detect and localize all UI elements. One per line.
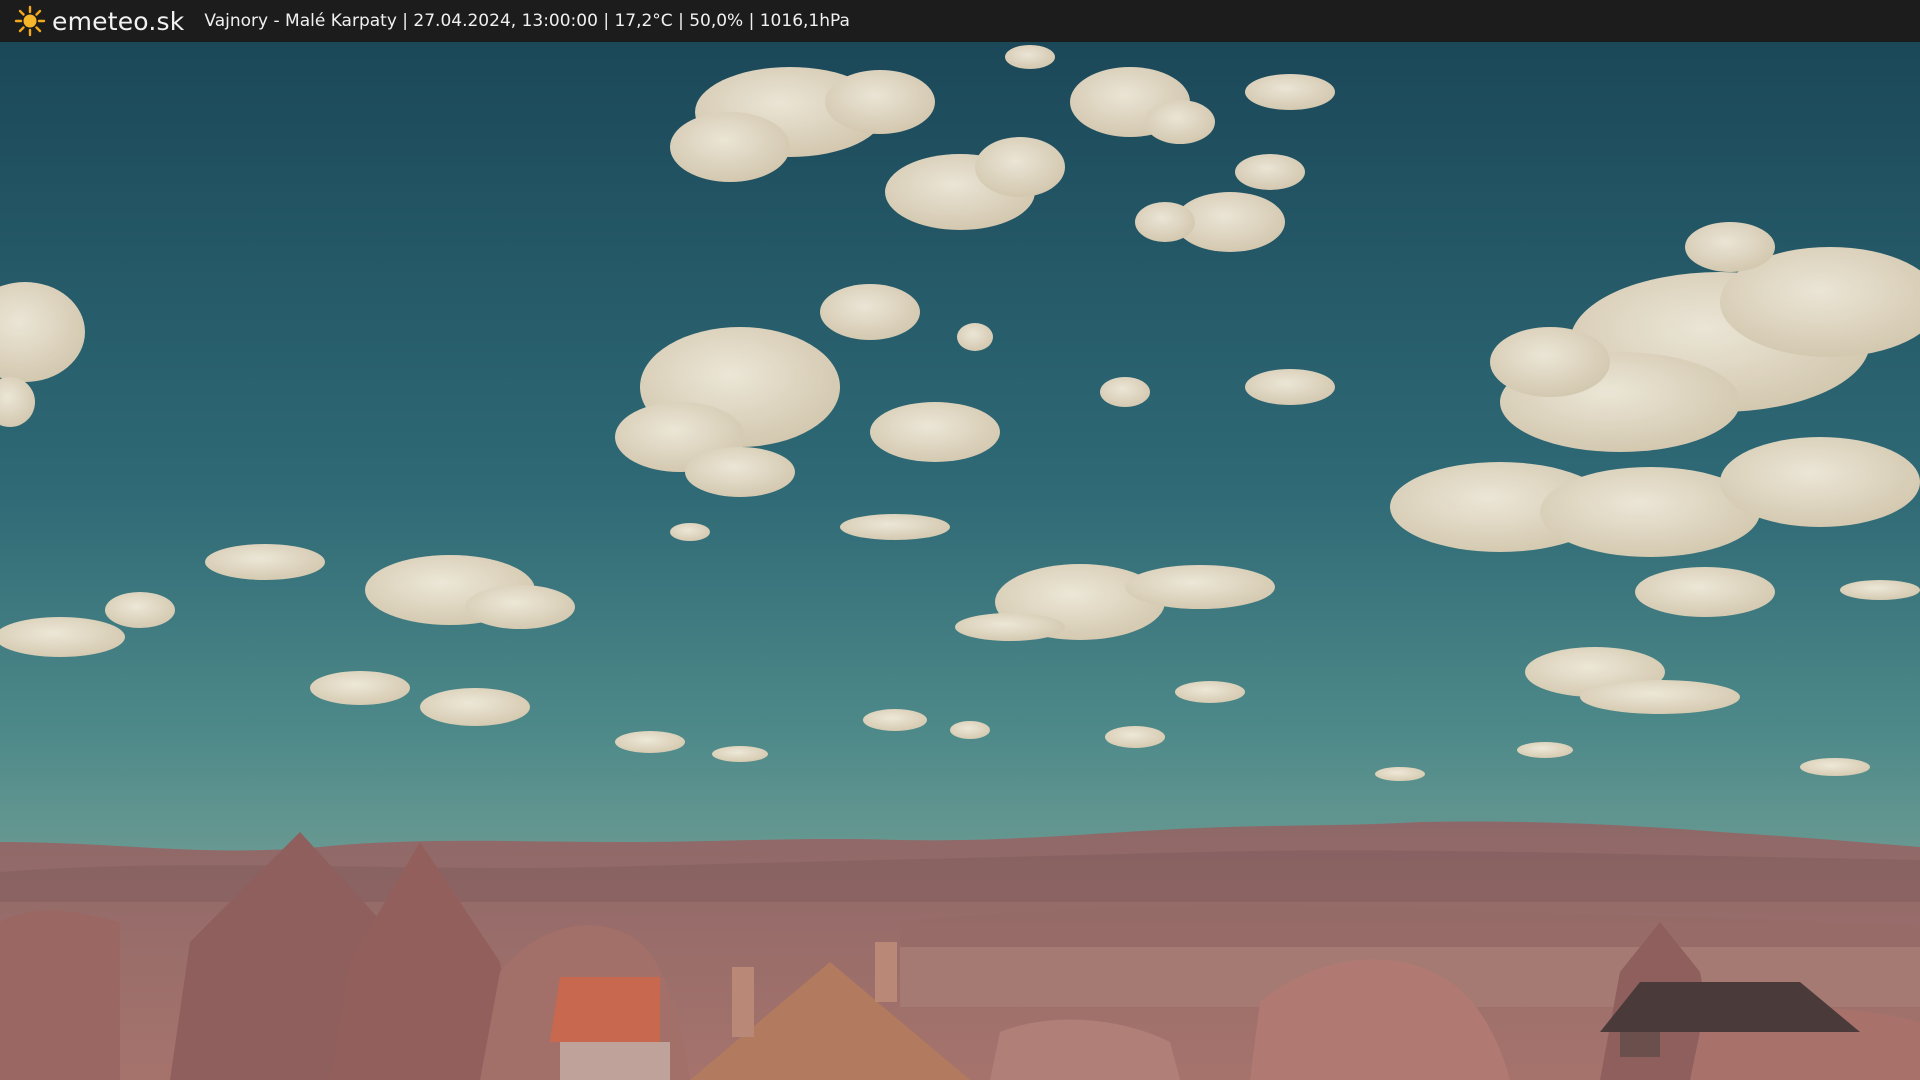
brand[interactable]: emeteo.sk xyxy=(14,5,184,37)
caption-bar: emeteo.sk Vajnory - Malé Karpaty | 27.04… xyxy=(0,0,1920,42)
landscape-scene xyxy=(0,42,1920,1080)
sun-icon xyxy=(14,5,46,37)
brand-name: emeteo.sk xyxy=(52,6,185,36)
webcam-frame: emeteo.sk Vajnory - Malé Karpaty | 27.04… xyxy=(0,0,1920,1080)
weather-caption: Vajnory - Malé Karpaty | 27.04.2024, 13:… xyxy=(204,11,850,31)
webcam-image xyxy=(0,42,1920,1080)
house-left xyxy=(550,977,670,1080)
